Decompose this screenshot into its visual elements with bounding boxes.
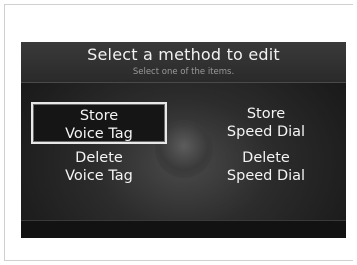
screen-title: Select a method to edit — [87, 45, 280, 64]
menu-item-label-line1: Store — [79, 108, 119, 124]
menu-item-label-line1: Delete — [75, 150, 123, 166]
menu-item-label-line2: Voice Tag — [65, 126, 133, 142]
delete-voice-tag-button[interactable]: Delete Voice Tag — [31, 146, 167, 188]
menu-item-label-line2: Speed Dial — [226, 168, 306, 184]
menu-item-label-line1: Store — [246, 106, 286, 122]
screen-footer-bar — [21, 220, 346, 238]
nav-screen: Select a method to edit Select one of th… — [21, 42, 346, 238]
delete-speed-dial-button[interactable]: Delete Speed Dial — [198, 146, 334, 188]
page-frame: Select a method to edit Select one of th… — [4, 4, 353, 261]
store-voice-tag-button[interactable]: Store Voice Tag — [31, 102, 167, 144]
screen-header: Select a method to edit Select one of th… — [21, 42, 346, 83]
menu-item-label-line2: Speed Dial — [226, 124, 306, 140]
screen-subtitle: Select one of the items. — [132, 67, 235, 77]
menu-item-label-line1: Delete — [242, 150, 290, 166]
store-speed-dial-button[interactable]: Store Speed Dial — [198, 102, 334, 144]
menu-item-label-line2: Voice Tag — [65, 168, 133, 184]
